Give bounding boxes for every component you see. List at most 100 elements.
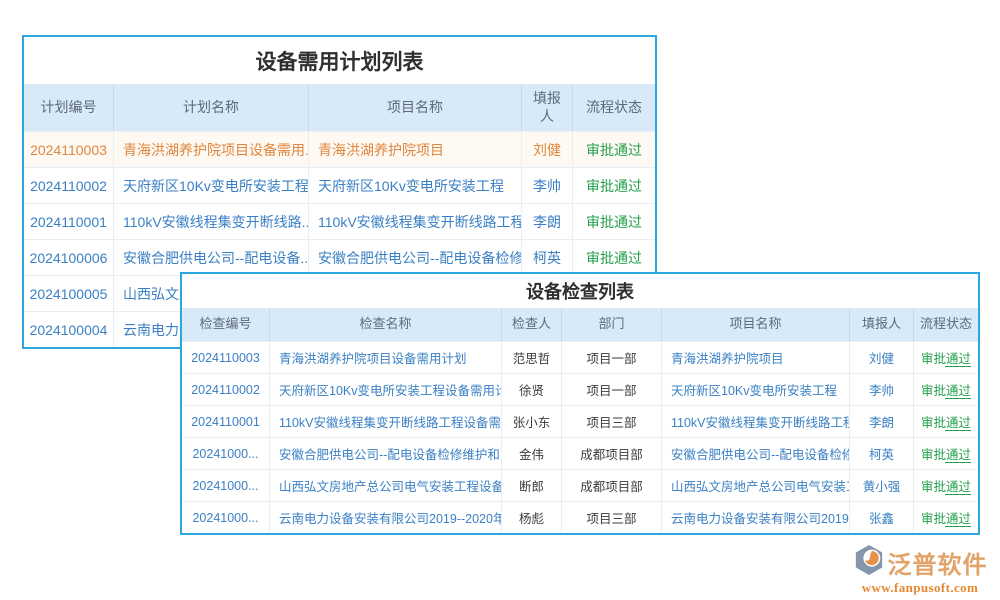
check-dept-cell: 项目一部 — [562, 342, 662, 373]
plan-name-cell[interactable]: 青海洪湖养护院项目设备需用... — [114, 132, 309, 167]
check-name-cell[interactable]: 山西弘文房地产总公司电气安装工程设备... — [270, 470, 502, 501]
plan-status-cell[interactable]: 审批通过 — [573, 168, 655, 203]
check-col-dept: 部门 — [562, 308, 662, 341]
check-inspector-cell: 徐贤 — [502, 374, 562, 405]
plan-project-cell[interactable]: 110kV安徽线程集变开断线路工程 — [309, 204, 522, 239]
check-project-cell[interactable]: 安徽合肥供电公司--配电设备检修维护... — [662, 438, 850, 469]
check-name-cell[interactable]: 青海洪湖养护院项目设备需用计划 — [270, 342, 502, 373]
status-text[interactable]: 审批通过 — [921, 508, 971, 527]
plan-id-cell[interactable]: 2024110002 — [24, 168, 114, 203]
website-url: www.fanpusoft.com — [848, 580, 992, 596]
check-inspector-cell: 金伟 — [502, 438, 562, 469]
check-dept-cell: 项目一部 — [562, 374, 662, 405]
check-project-cell[interactable]: 云南电力设备安装有限公司2019--202... — [662, 502, 850, 533]
plan-name-cell[interactable]: 天府新区10Kv变电所安装工程... — [114, 168, 309, 203]
plan-reporter-cell[interactable]: 柯英 — [522, 240, 573, 275]
check-reporter-cell[interactable]: 刘健 — [850, 342, 914, 373]
plan-reporter-cell[interactable]: 李帅 — [522, 168, 573, 203]
table-row[interactable]: 2024110002 天府新区10Kv变电所安装工程设备需用计划 徐贤 项目一部… — [182, 373, 978, 405]
plan-col-status: 流程状态 — [573, 84, 655, 131]
check-project-cell[interactable]: 青海洪湖养护院项目 — [662, 342, 850, 373]
check-id-cell[interactable]: 2024110003 — [182, 342, 270, 373]
status-text[interactable]: 审批通过 — [921, 412, 971, 431]
status-text[interactable]: 审批通过 — [921, 348, 971, 367]
check-reporter-cell[interactable]: 柯英 — [850, 438, 914, 469]
status-text[interactable]: 审批通过 — [921, 444, 971, 463]
check-id-cell[interactable]: 2024110001 — [182, 406, 270, 437]
plan-col-reporter: 填报人 — [522, 84, 573, 131]
check-name-cell[interactable]: 安徽合肥供电公司--配电设备检修维护和... — [270, 438, 502, 469]
check-status-cell[interactable]: 审批通过 — [914, 470, 978, 501]
check-col-reporter: 填报人 — [850, 308, 914, 341]
check-name-cell[interactable]: 天府新区10Kv变电所安装工程设备需用计划 — [270, 374, 502, 405]
table-row[interactable]: 2024110001 110kV安徽线程集变开断线路... 110kV安徽线程集… — [24, 203, 655, 239]
check-table-card: 设备检查列表 检查编号 检查名称 检查人 部门 项目名称 填报人 流程状态 20… — [180, 272, 980, 535]
plan-col-project: 项目名称 — [309, 84, 522, 131]
plan-reporter-cell[interactable]: 李朗 — [522, 204, 573, 239]
plan-id-cell[interactable]: 2024100004 — [24, 312, 114, 347]
check-inspector-cell: 断郎 — [502, 470, 562, 501]
check-dept-cell: 项目三部 — [562, 502, 662, 533]
check-status-cell[interactable]: 审批通过 — [914, 342, 978, 373]
check-inspector-cell: 范思哲 — [502, 342, 562, 373]
check-col-status: 流程状态 — [914, 308, 978, 341]
plan-name-cell[interactable]: 110kV安徽线程集变开断线路... — [114, 204, 309, 239]
plan-status-cell[interactable]: 审批通过 — [573, 240, 655, 275]
check-name-cell[interactable]: 云南电力设备安装有限公司2019--2020年... — [270, 502, 502, 533]
check-reporter-cell[interactable]: 李朗 — [850, 406, 914, 437]
plan-project-cell[interactable]: 青海洪湖养护院项目 — [309, 132, 522, 167]
page: 设备需用计划列表 计划编号 计划名称 项目名称 填报人 流程状态 2024110… — [0, 0, 1000, 600]
check-project-cell[interactable]: 山西弘文房地产总公司电气安装工程 — [662, 470, 850, 501]
plan-col-name: 计划名称 — [114, 84, 309, 131]
check-inspector-cell: 杨彪 — [502, 502, 562, 533]
plan-status-cell[interactable]: 审批通过 — [573, 204, 655, 239]
check-inspector-cell: 张小东 — [502, 406, 562, 437]
check-reporter-cell[interactable]: 黄小强 — [850, 470, 914, 501]
table-row[interactable]: 20241000... 安徽合肥供电公司--配电设备检修维护和... 金伟 成都… — [182, 437, 978, 469]
check-status-cell[interactable]: 审批通过 — [914, 502, 978, 533]
check-table-header: 检查编号 检查名称 检查人 部门 项目名称 填报人 流程状态 — [182, 308, 978, 341]
plan-id-cell[interactable]: 2024100006 — [24, 240, 114, 275]
table-row[interactable]: 20241000... 云南电力设备安装有限公司2019--2020年... 杨… — [182, 501, 978, 533]
plan-table-header: 计划编号 计划名称 项目名称 填报人 流程状态 — [24, 84, 655, 131]
plan-id-cell[interactable]: 2024100005 — [24, 276, 114, 311]
status-text[interactable]: 审批通过 — [921, 476, 971, 495]
plan-id-cell[interactable]: 2024110001 — [24, 204, 114, 239]
table-row[interactable]: 20241000... 山西弘文房地产总公司电气安装工程设备... 断郎 成都项… — [182, 469, 978, 501]
plan-reporter-cell[interactable]: 刘健 — [522, 132, 573, 167]
plan-project-cell[interactable]: 安徽合肥供电公司--配电设备检修... — [309, 240, 522, 275]
table-row[interactable]: 2024110003 青海洪湖养护院项目设备需用计划 范思哲 项目一部 青海洪湖… — [182, 341, 978, 373]
status-text[interactable]: 审批通过 — [921, 380, 971, 399]
check-status-cell[interactable]: 审批通过 — [914, 406, 978, 437]
check-col-id: 检查编号 — [182, 308, 270, 341]
check-table-title: 设备检查列表 — [182, 274, 978, 308]
table-row[interactable]: 2024110003 青海洪湖养护院项目设备需用... 青海洪湖养护院项目 刘健… — [24, 131, 655, 167]
check-id-cell[interactable]: 20241000... — [182, 470, 270, 501]
check-id-cell[interactable]: 20241000... — [182, 438, 270, 469]
check-id-cell[interactable]: 2024110002 — [182, 374, 270, 405]
check-project-cell[interactable]: 110kV安徽线程集变开断线路工程 — [662, 406, 850, 437]
check-reporter-cell[interactable]: 李帅 — [850, 374, 914, 405]
plan-status-cell[interactable]: 审批通过 — [573, 132, 655, 167]
check-project-cell[interactable]: 天府新区10Kv变电所安装工程 — [662, 374, 850, 405]
plan-name-cell[interactable]: 安徽合肥供电公司--配电设备... — [114, 240, 309, 275]
plan-col-id: 计划编号 — [24, 84, 114, 131]
check-name-cell[interactable]: 110kV安徽线程集变开断线路工程设备需... — [270, 406, 502, 437]
check-col-project: 项目名称 — [662, 308, 850, 341]
logo-text: 泛普软件 — [888, 545, 988, 580]
check-status-cell[interactable]: 审批通过 — [914, 374, 978, 405]
plan-id-cell[interactable]: 2024110003 — [24, 132, 114, 167]
check-col-inspector: 检查人 — [502, 308, 562, 341]
table-row[interactable]: 2024110001 110kV安徽线程集变开断线路工程设备需... 张小东 项… — [182, 405, 978, 437]
table-row[interactable]: 2024100006 安徽合肥供电公司--配电设备... 安徽合肥供电公司--配… — [24, 239, 655, 275]
fanpu-logo-icon — [853, 544, 885, 581]
branding-watermark: 泛普软件 www.fanpusoft.com — [848, 544, 992, 596]
table-row[interactable]: 2024110002 天府新区10Kv变电所安装工程... 天府新区10Kv变电… — [24, 167, 655, 203]
check-dept-cell: 成都项目部 — [562, 470, 662, 501]
check-status-cell[interactable]: 审批通过 — [914, 438, 978, 469]
plan-project-cell[interactable]: 天府新区10Kv变电所安装工程 — [309, 168, 522, 203]
check-reporter-cell[interactable]: 张鑫 — [850, 502, 914, 533]
check-col-name: 检查名称 — [270, 308, 502, 341]
check-dept-cell: 成都项目部 — [562, 438, 662, 469]
check-id-cell[interactable]: 20241000... — [182, 502, 270, 533]
